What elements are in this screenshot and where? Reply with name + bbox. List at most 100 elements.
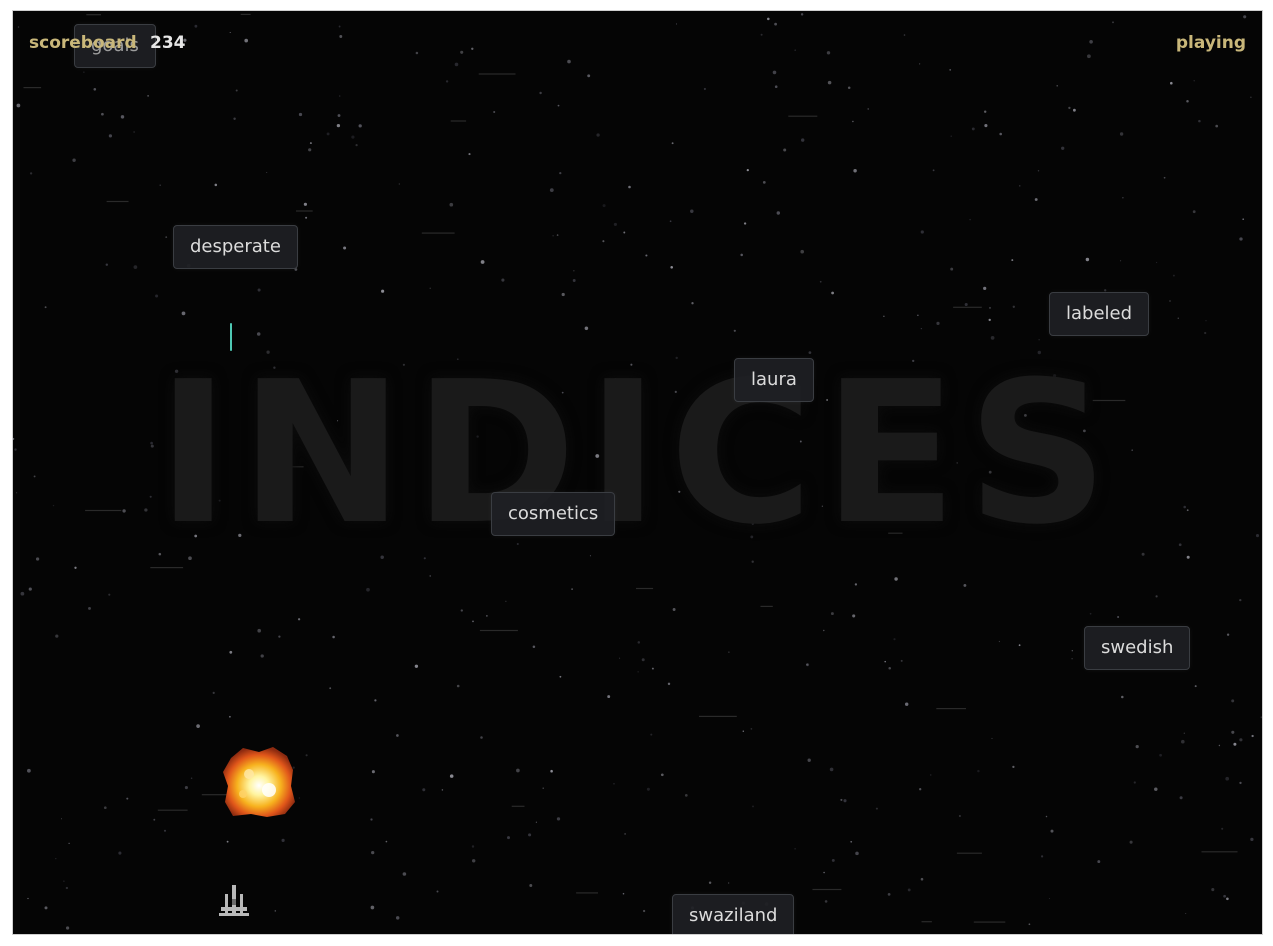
star xyxy=(429,287,431,289)
star xyxy=(602,204,606,208)
star xyxy=(1122,197,1124,199)
star xyxy=(274,910,277,912)
star xyxy=(988,318,991,322)
spaceship-icon[interactable] xyxy=(216,883,252,919)
star xyxy=(826,51,831,55)
star xyxy=(108,593,111,596)
star xyxy=(17,26,20,28)
star xyxy=(1097,860,1101,864)
star xyxy=(559,675,562,678)
star xyxy=(774,22,777,26)
star xyxy=(1071,650,1073,652)
star xyxy=(471,845,475,848)
star xyxy=(422,788,426,792)
star xyxy=(1120,260,1122,262)
star xyxy=(120,115,125,119)
star xyxy=(44,306,47,309)
star xyxy=(645,254,648,257)
star xyxy=(1056,85,1058,87)
star xyxy=(229,650,233,654)
star xyxy=(194,24,198,28)
star xyxy=(539,91,542,95)
star xyxy=(281,838,285,842)
star xyxy=(212,691,215,695)
star xyxy=(229,715,231,718)
star xyxy=(29,172,33,175)
star xyxy=(783,148,787,152)
star xyxy=(326,132,330,136)
star xyxy=(1231,699,1235,703)
star xyxy=(855,851,859,856)
star xyxy=(847,86,851,90)
star xyxy=(480,736,483,739)
star xyxy=(395,916,400,920)
star xyxy=(414,664,419,668)
star xyxy=(831,858,835,862)
star xyxy=(831,291,834,295)
star xyxy=(650,733,653,736)
star xyxy=(366,587,370,592)
game-canvas[interactable]: INDICES goals scoreboard 234 playing des… xyxy=(12,10,1263,935)
star-streak xyxy=(636,587,654,590)
star xyxy=(449,774,454,778)
star xyxy=(1089,612,1092,615)
star xyxy=(147,95,149,97)
star xyxy=(1028,923,1031,926)
star-streak xyxy=(812,888,842,891)
star xyxy=(852,120,854,123)
star xyxy=(850,840,853,843)
star xyxy=(93,88,97,91)
star xyxy=(641,658,645,662)
star xyxy=(542,787,544,789)
star xyxy=(1250,96,1252,98)
score-label: scoreboard xyxy=(29,33,137,53)
star xyxy=(819,280,822,283)
star xyxy=(642,909,646,913)
star xyxy=(65,926,70,930)
star xyxy=(830,612,834,616)
star xyxy=(613,222,617,226)
star xyxy=(613,783,615,785)
star xyxy=(1040,855,1044,858)
star xyxy=(561,292,565,297)
star xyxy=(260,654,264,658)
star xyxy=(118,851,122,855)
star xyxy=(235,89,238,92)
star xyxy=(667,682,671,686)
star xyxy=(1243,15,1247,19)
score-value: 234 xyxy=(150,33,186,53)
star xyxy=(278,635,281,638)
star xyxy=(338,95,341,97)
star xyxy=(903,34,906,36)
star-streak xyxy=(450,120,467,122)
star xyxy=(932,169,935,172)
star xyxy=(1194,685,1197,688)
star xyxy=(552,235,554,237)
star xyxy=(971,127,975,131)
star xyxy=(619,657,621,659)
star xyxy=(229,31,231,34)
star xyxy=(480,260,485,264)
star xyxy=(884,660,886,663)
star xyxy=(920,327,923,330)
star xyxy=(728,882,730,884)
star xyxy=(298,797,300,799)
star xyxy=(920,877,924,881)
star-streak xyxy=(956,852,982,854)
star xyxy=(396,734,399,737)
star xyxy=(1073,108,1076,112)
star xyxy=(983,286,987,291)
star xyxy=(708,881,712,885)
star xyxy=(559,171,562,175)
star xyxy=(159,184,161,186)
star xyxy=(55,634,59,638)
star xyxy=(573,270,575,272)
star xyxy=(493,110,496,114)
star xyxy=(917,314,919,316)
star xyxy=(907,888,911,892)
star xyxy=(950,135,952,137)
star xyxy=(1159,753,1162,757)
star-streak xyxy=(973,921,1006,923)
star xyxy=(691,302,694,305)
star xyxy=(746,168,749,172)
